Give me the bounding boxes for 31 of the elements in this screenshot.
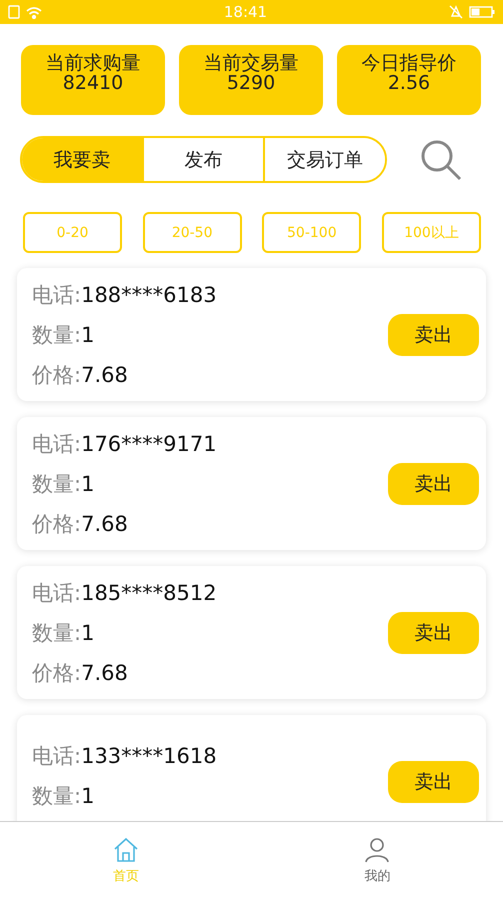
person-icon xyxy=(364,837,390,863)
stat-value: 82410 xyxy=(62,73,124,93)
quantity-text: 数量:1 xyxy=(32,322,96,348)
search-icon[interactable] xyxy=(420,138,462,180)
price-text: 价格:7.68 xyxy=(32,660,129,686)
stat-label: 当前交易量 xyxy=(204,53,298,73)
battery-icon xyxy=(469,6,495,18)
phone-text: 电话:133****1618 xyxy=(32,742,218,770)
quantity-text: 数量:1 xyxy=(32,620,96,646)
stat-label: 当前求购量 xyxy=(46,53,140,73)
tab[interactable]: 交易订单 xyxy=(263,138,385,181)
phone-text: 电话:176****9171 xyxy=(32,430,218,458)
tab[interactable]: 我要卖 xyxy=(22,138,142,181)
nav-item[interactable]: 我的 xyxy=(252,822,503,900)
stat-value: 5290 xyxy=(226,73,276,93)
quantity-text: 数量:1 xyxy=(32,782,96,810)
sell-button[interactable]: 卖出 xyxy=(388,314,479,356)
phone-text: 电话:188****6183 xyxy=(32,282,218,308)
price-text: 价格:7.68 xyxy=(32,362,129,388)
home-icon xyxy=(112,837,139,863)
stat-value: 2.56 xyxy=(388,73,430,93)
phone-text: 电话:185****8512 xyxy=(32,580,218,606)
sim-icon xyxy=(8,5,20,19)
status-time: 18:41 xyxy=(222,3,268,21)
sell-button[interactable]: 卖出 xyxy=(388,612,479,654)
sell-button[interactable]: 卖出 xyxy=(388,462,479,504)
price-text: 价格:7.68 xyxy=(32,510,129,538)
wifi-icon xyxy=(26,6,42,18)
sell-button[interactable]: 卖出 xyxy=(388,760,479,802)
stat-label: 今日指导价 xyxy=(362,53,456,73)
quantity-text: 数量:1 xyxy=(32,470,96,498)
